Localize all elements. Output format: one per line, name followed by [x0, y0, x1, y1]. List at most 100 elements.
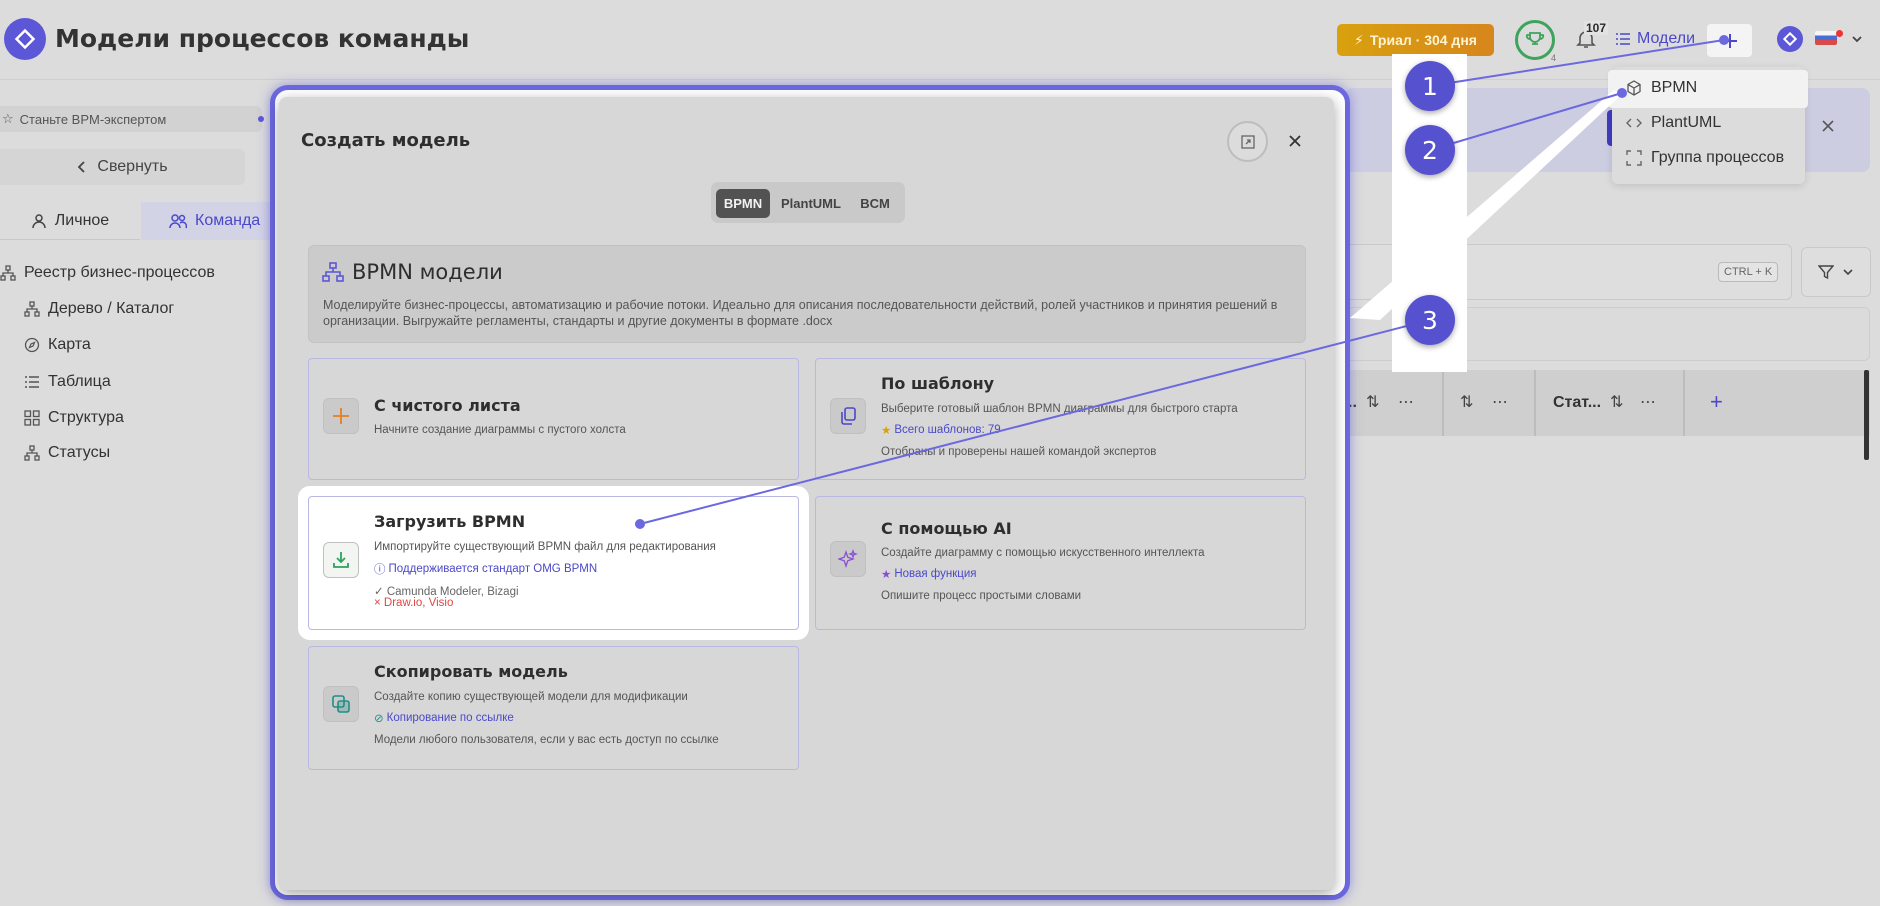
card-note: Опишите процесс простыми словами [881, 590, 1082, 602]
sparkle-icon [830, 541, 866, 577]
info-icon: ⓘ [374, 564, 386, 576]
card-note: Модели любого пользователя, если у вас е… [374, 734, 719, 746]
cube-icon [1627, 80, 1641, 96]
diamond-icon [1783, 32, 1797, 46]
dropdown-item-label: PlantUML [1651, 114, 1722, 131]
close-icon[interactable] [1820, 118, 1836, 134]
chevron-down-icon[interactable] [1850, 32, 1864, 46]
dialog-title: Создать модель [301, 130, 471, 151]
page-title: Модели процессов команды [55, 24, 470, 53]
expand-button[interactable] [1227, 121, 1268, 162]
language-flag-icon[interactable] [1815, 31, 1837, 45]
tab-personal[interactable]: Личное [0, 202, 140, 240]
banner-description: Моделируйте бизнес-процессы, автоматизац… [323, 298, 1278, 328]
search-shortcut: CTRL + K [1718, 262, 1779, 282]
card-tag-label: Новая функция [894, 568, 977, 580]
scrollbar[interactable] [1864, 370, 1869, 460]
sidebar-item-label: Реестр бизнес-процессов [24, 264, 215, 281]
column-divider [1683, 370, 1685, 436]
more-icon[interactable]: ⋯ [1492, 392, 1508, 412]
sort-icon[interactable]: ⇅ [1366, 392, 1379, 412]
app-logo[interactable] [4, 18, 46, 60]
sidebar-item-structure[interactable]: Структура [24, 409, 124, 427]
sidebar-item-map[interactable]: Карта [24, 336, 91, 354]
tab-team[interactable]: Команда [141, 202, 271, 240]
sidebar-item-table[interactable]: Таблица [24, 373, 111, 391]
card-tag: ⊘ Копирование по ссылке [374, 711, 514, 725]
more-icon[interactable]: ⋯ [1640, 392, 1656, 412]
collapse-button[interactable]: Свернуть [0, 149, 245, 185]
download-icon [323, 542, 359, 578]
dropdown-item-process-group[interactable]: Группа процессов [1626, 149, 1784, 167]
sidebar-item-tree[interactable]: Дерево / Каталог [24, 300, 174, 318]
collapse-label: Свернуть [97, 158, 168, 175]
card-blank[interactable] [308, 358, 799, 480]
sidebar-item-label: Статусы [48, 445, 111, 461]
add-column-button[interactable]: + [1710, 389, 1723, 415]
dropdown-item-label: BPMN [1651, 79, 1698, 96]
unsupported-tools: × Draw.io, Visio [374, 597, 454, 609]
dropdown-item-plantuml[interactable]: PlantUML [1626, 114, 1721, 132]
filter-button[interactable] [1801, 247, 1871, 297]
star-icon: ★ [881, 569, 892, 581]
expand-icon [1240, 134, 1255, 149]
sidebar-item-statuses[interactable]: Статусы [24, 445, 110, 461]
card-title: По шаблону [881, 374, 995, 393]
copy-icon [830, 398, 866, 434]
sidebar-item-label: Дерево / Каталог [48, 300, 175, 317]
dropdown-item-label: Группа процессов [1651, 149, 1785, 166]
hierarchy-icon [24, 445, 40, 461]
tab-bpmn[interactable]: BPMN [716, 189, 770, 218]
tab-bcm[interactable]: BCM [852, 189, 898, 218]
tab-personal-label: Личное [54, 211, 110, 229]
trial-badge[interactable]: ⚡ Триал · 304 дня [1337, 24, 1494, 56]
column-header-status: Стат... [1553, 394, 1602, 411]
star-icon: ☆ [2, 111, 14, 126]
hint-indicator [258, 116, 264, 122]
banner-title-row: BPMN модели [322, 260, 503, 284]
compass-icon [24, 337, 40, 353]
star-icon: ★ [881, 425, 892, 437]
user-icon [32, 213, 46, 228]
tab-plantuml[interactable]: PlantUML [776, 189, 846, 218]
lightning-icon: ⚡ [1354, 31, 1364, 48]
callout-2: 2 [1405, 125, 1455, 175]
frame-icon [1626, 150, 1642, 166]
list-icon [1616, 33, 1630, 45]
sidebar-item-registry[interactable]: Реестр бизнес-процессов [0, 264, 215, 282]
sidebar-item-label: Структура [48, 409, 124, 426]
card-tag-label: Копирование по ссылке [386, 712, 514, 724]
sidebar-item-label: Карта [48, 336, 91, 353]
more-icon[interactable]: ⋯ [1398, 392, 1414, 412]
trophy-button[interactable] [1515, 20, 1555, 60]
trophy-count: 4 [1551, 53, 1557, 63]
hint-text: Станьте BPM-экспертом [19, 111, 167, 127]
code-icon [1626, 118, 1642, 128]
close-icon [1289, 135, 1301, 147]
models-button[interactable]: Модели [1615, 30, 1695, 48]
card-note: Отобраны и проверены нашей командой эксп… [881, 446, 1157, 458]
bpm-expert-hint[interactable]: ☆ Станьте BPM-экспертом [0, 106, 262, 132]
card-tag: ★ Новая функция [881, 567, 977, 581]
table-header [1345, 370, 1870, 436]
callout-1: 1 [1405, 61, 1455, 111]
dropdown-item-bpmn[interactable]: BPMN [1626, 79, 1697, 97]
sort-icon[interactable]: ⇅ [1460, 392, 1473, 412]
card-title: С чистого листа [374, 396, 521, 415]
chevron-left-icon [78, 161, 86, 173]
create-button[interactable] [1707, 24, 1752, 57]
card-title: Загрузить BPMN [374, 512, 526, 531]
card-description: Выберите готовый шаблон BPMN диаграммы д… [881, 403, 1238, 415]
banner-title: BPMN модели [352, 260, 503, 284]
hierarchy-icon [24, 301, 40, 317]
grid-icon [24, 410, 40, 426]
notifications-count: 107 [1584, 21, 1609, 35]
sort-icon[interactable]: ⇅ [1610, 392, 1623, 412]
card-title: Скопировать модель [374, 662, 568, 681]
users-icon [169, 214, 187, 229]
close-button[interactable] [1283, 129, 1307, 153]
workspace-button[interactable] [1777, 26, 1803, 52]
filter-icon [1818, 265, 1834, 280]
column-divider [1442, 370, 1444, 436]
card-ai[interactable] [815, 496, 1306, 630]
